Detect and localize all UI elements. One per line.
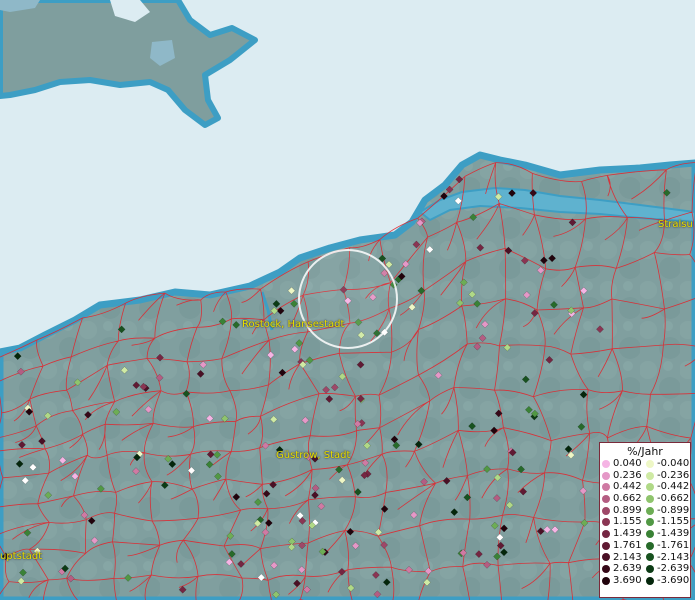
- legend-swatch: [646, 483, 654, 492]
- legend-value: -3.690: [657, 574, 690, 586]
- legend-value: 1.761: [613, 539, 642, 551]
- legend-swatch: [646, 506, 654, 515]
- legend-row-negative: -0.662: [646, 493, 690, 505]
- legend-swatch: [646, 529, 654, 538]
- legend-row-positive: 1.155: [602, 516, 646, 528]
- place-label-west: uptstadt: [0, 551, 43, 562]
- legend-row-positive: 0.662: [602, 493, 646, 505]
- legend-row-negative: -1.761: [646, 540, 690, 552]
- legend-swatch: [646, 565, 654, 574]
- legend-value: -2.143: [657, 551, 690, 563]
- legend-row-positive: 0.040: [602, 458, 646, 470]
- legend-swatch: [602, 459, 610, 468]
- legend-swatch: [602, 565, 610, 574]
- legend-row-negative: -0.040: [646, 458, 690, 470]
- selection-circle[interactable]: [298, 249, 398, 349]
- legend-row-positive: 0.442: [602, 481, 646, 493]
- legend-row-negative: -0.442: [646, 481, 690, 493]
- legend-swatch: [602, 553, 610, 562]
- map-view[interactable]: Rostock, Hansestadt Güstrow, Stadt Stral…: [0, 0, 695, 600]
- map-canvas[interactable]: [0, 0, 695, 600]
- legend-value: 0.662: [613, 493, 642, 505]
- legend-row-negative: -3.690: [646, 575, 690, 587]
- legend-swatch: [602, 506, 610, 515]
- legend-row-negative: -2.143: [646, 552, 690, 564]
- place-label-rostock: Rostock, Hansestadt: [242, 319, 345, 330]
- legend-value: 2.143: [613, 551, 642, 563]
- legend-swatch: [646, 518, 654, 527]
- legend-value: -1.439: [657, 528, 690, 540]
- legend-row-negative: -2.639: [646, 563, 690, 575]
- legend-swatch: [646, 459, 654, 468]
- legend-swatch: [602, 576, 610, 585]
- legend-row-negative: -1.439: [646, 528, 690, 540]
- legend-row-positive: 1.439: [602, 528, 646, 540]
- legend-value: -1.155: [657, 516, 690, 528]
- legend-value: -0.236: [657, 469, 690, 481]
- legend-negative-column: -0.040 -0.236 -0.442 -0.662 -0.899 -1.155 -1.4…: [646, 458, 690, 587]
- legend-swatch: [602, 529, 610, 538]
- legend-row-positive: 2.143: [602, 552, 646, 564]
- legend-swatch: [646, 576, 654, 585]
- legend-row-negative: -1.155: [646, 516, 690, 528]
- legend-swatch: [602, 541, 610, 550]
- legend-row-positive: 3.690: [602, 575, 646, 587]
- legend-value: 0.236: [613, 469, 642, 481]
- legend-swatch: [602, 471, 610, 480]
- place-label-guestrow: Güstrow, Stadt: [276, 450, 351, 461]
- legend-title: %/Jahr: [627, 445, 663, 458]
- legend-value: -0.899: [657, 504, 690, 516]
- legend-value: 1.439: [613, 528, 642, 540]
- legend-value: -0.442: [657, 481, 690, 493]
- legend-value: 0.899: [613, 504, 642, 516]
- map-legend: %/Jahr 0.040 0.236 0.442 0.662 0.899 1.155 1.4…: [599, 442, 691, 598]
- legend-swatch: [646, 553, 654, 562]
- legend-swatch: [602, 494, 610, 503]
- legend-value: 2.639: [613, 563, 642, 575]
- legend-swatch: [646, 494, 654, 503]
- legend-value: 0.040: [613, 458, 642, 469]
- legend-row-positive: 0.899: [602, 505, 646, 517]
- legend-swatch: [602, 483, 610, 492]
- legend-row-positive: 0.236: [602, 470, 646, 482]
- legend-value: -2.639: [657, 563, 690, 575]
- legend-row-negative: -0.236: [646, 470, 690, 482]
- legend-value: 3.690: [613, 574, 642, 586]
- legend-value: 1.155: [613, 516, 642, 528]
- place-label-stralsund: Stralsu: [658, 219, 693, 230]
- legend-swatch: [602, 518, 610, 527]
- legend-positive-column: 0.040 0.236 0.442 0.662 0.899 1.155 1.439 1.761…: [602, 458, 646, 587]
- legend-row-positive: 1.761: [602, 540, 646, 552]
- legend-swatch: [646, 541, 654, 550]
- legend-row-negative: -0.899: [646, 505, 690, 517]
- legend-value: -0.040: [657, 458, 690, 469]
- legend-swatch: [646, 471, 654, 480]
- legend-value: 0.442: [613, 481, 642, 493]
- legend-row-positive: 2.639: [602, 563, 646, 575]
- legend-value: -0.662: [657, 493, 690, 505]
- legend-value: -1.761: [657, 539, 690, 551]
